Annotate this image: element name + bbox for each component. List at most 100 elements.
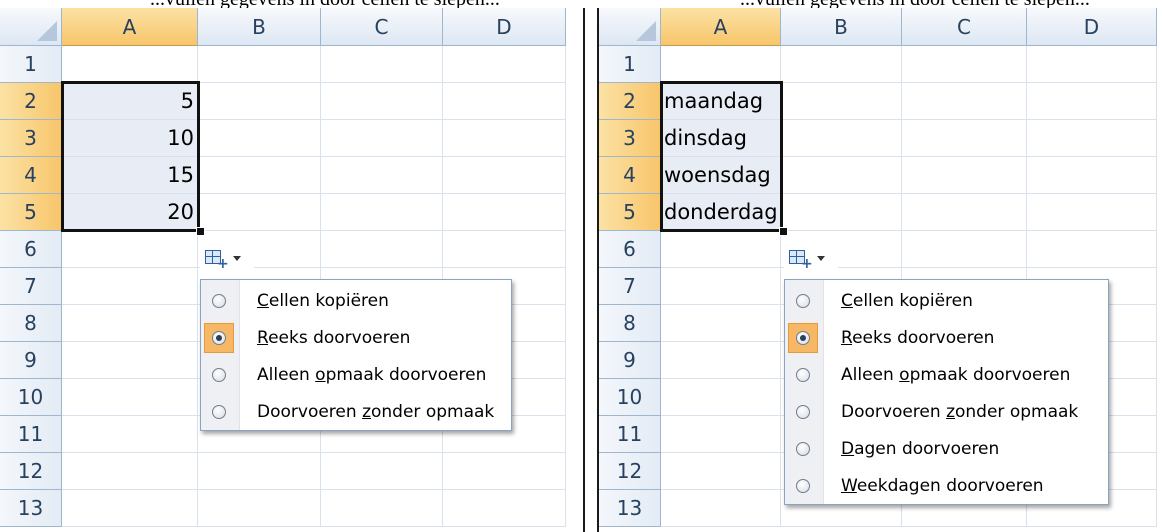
cell-b3[interactable] xyxy=(781,120,902,157)
cell-a3[interactable]: dinsdag xyxy=(661,120,781,157)
cell-b1[interactable] xyxy=(198,46,321,83)
row-header-1[interactable]: 1 xyxy=(0,46,62,83)
cell-a13[interactable] xyxy=(62,490,198,527)
cell-a7[interactable] xyxy=(661,268,781,305)
cell-d6[interactable] xyxy=(443,231,566,268)
cell-c12[interactable] xyxy=(321,453,443,490)
cell-a6[interactable] xyxy=(62,231,198,268)
column-header-d[interactable]: D xyxy=(443,8,566,46)
menu-item-reeks-doorvoeren[interactable]: Reeks doorvoeren xyxy=(201,319,511,356)
cell-d5[interactable] xyxy=(1027,194,1157,231)
radio-button[interactable] xyxy=(796,367,810,382)
row-header-2[interactable]: 2 xyxy=(0,83,62,120)
row-header-12[interactable]: 12 xyxy=(0,453,62,490)
cell-c6[interactable] xyxy=(902,231,1027,268)
menu-item-reeks-doorvoeren[interactable]: Reeks doorvoeren xyxy=(785,319,1108,356)
column-header-b[interactable]: B xyxy=(198,8,321,46)
cell-a3[interactable]: 10 xyxy=(62,120,198,157)
cell-b3[interactable] xyxy=(198,120,321,157)
menu-item-alleen-opmaak-doorvoeren[interactable]: Alleen opmaak doorvoeren xyxy=(785,356,1108,393)
cell-a8[interactable] xyxy=(62,305,198,342)
cell-b5[interactable] xyxy=(781,194,902,231)
fill-handle[interactable] xyxy=(779,227,788,236)
radio-button[interactable] xyxy=(212,330,226,345)
cell-a11[interactable] xyxy=(661,416,781,453)
column-header-c[interactable]: C xyxy=(902,8,1027,46)
cell-b1[interactable] xyxy=(781,46,902,83)
cell-b5[interactable] xyxy=(198,194,321,231)
menu-item-cellen-kopi-ren[interactable]: Cellen kopiëren xyxy=(785,282,1108,319)
column-header-c[interactable]: C xyxy=(321,8,443,46)
row-header-8[interactable]: 8 xyxy=(0,305,62,342)
row-header-3[interactable]: 3 xyxy=(0,120,62,157)
cell-a5[interactable]: 20 xyxy=(62,194,198,231)
radio-button[interactable] xyxy=(212,293,226,308)
row-header-11[interactable]: 11 xyxy=(0,416,62,453)
cell-a4[interactable]: woensdag xyxy=(661,157,781,194)
cell-a10[interactable] xyxy=(661,379,781,416)
column-header-a[interactable]: A xyxy=(62,8,198,46)
cell-c4[interactable] xyxy=(902,157,1027,194)
autofill-options-button[interactable]: + xyxy=(784,244,838,273)
cell-d4[interactable] xyxy=(1027,157,1157,194)
row-header-4[interactable]: 4 xyxy=(599,157,661,194)
row-header-2[interactable]: 2 xyxy=(599,83,661,120)
fill-handle[interactable] xyxy=(196,227,205,236)
cell-c1[interactable] xyxy=(321,46,443,83)
cell-a1[interactable] xyxy=(62,46,198,83)
row-header-6[interactable]: 6 xyxy=(0,231,62,268)
cell-d5[interactable] xyxy=(443,194,566,231)
row-header-6[interactable]: 6 xyxy=(599,231,661,268)
cell-d2[interactable] xyxy=(443,83,566,120)
cell-b12[interactable] xyxy=(198,453,321,490)
row-header-9[interactable]: 9 xyxy=(599,342,661,379)
cell-b2[interactable] xyxy=(198,83,321,120)
radio-button[interactable] xyxy=(796,330,810,345)
cell-a1[interactable] xyxy=(661,46,781,83)
row-header-1[interactable]: 1 xyxy=(599,46,661,83)
menu-item-alleen-opmaak-doorvoeren[interactable]: Alleen opmaak doorvoeren xyxy=(201,356,511,393)
row-header-7[interactable]: 7 xyxy=(599,268,661,305)
cell-d6[interactable] xyxy=(1027,231,1157,268)
column-header-b[interactable]: B xyxy=(781,8,902,46)
cell-a9[interactable] xyxy=(661,342,781,379)
column-header-d[interactable]: D xyxy=(1027,8,1157,46)
cell-a9[interactable] xyxy=(62,342,198,379)
cell-a8[interactable] xyxy=(661,305,781,342)
row-header-5[interactable]: 5 xyxy=(0,194,62,231)
row-header-9[interactable]: 9 xyxy=(0,342,62,379)
radio-button[interactable] xyxy=(212,404,226,419)
row-header-12[interactable]: 12 xyxy=(599,453,661,490)
radio-button[interactable] xyxy=(212,367,226,382)
menu-item-doorvoeren-zonder-opmaak[interactable]: Doorvoeren zonder opmaak xyxy=(785,393,1108,430)
row-header-13[interactable]: 13 xyxy=(599,490,661,527)
cell-b4[interactable] xyxy=(198,157,321,194)
row-header-11[interactable]: 11 xyxy=(599,416,661,453)
cell-d13[interactable] xyxy=(443,490,566,527)
cell-c13[interactable] xyxy=(321,490,443,527)
row-header-8[interactable]: 8 xyxy=(599,305,661,342)
row-header-10[interactable]: 10 xyxy=(599,379,661,416)
menu-item-dagen-doorvoeren[interactable]: Dagen doorvoeren xyxy=(785,430,1108,467)
cell-c2[interactable] xyxy=(321,83,443,120)
row-header-13[interactable]: 13 xyxy=(0,490,62,527)
autofill-options-button[interactable]: + xyxy=(200,244,254,273)
cell-d3[interactable] xyxy=(443,120,566,157)
cell-c3[interactable] xyxy=(902,120,1027,157)
menu-item-cellen-kopi-ren[interactable]: Cellen kopiëren xyxy=(201,282,511,319)
cell-a13[interactable] xyxy=(661,490,781,527)
cell-c6[interactable] xyxy=(321,231,443,268)
cell-a4[interactable]: 15 xyxy=(62,157,198,194)
menu-item-weekdagen-doorvoeren[interactable]: Weekdagen doorvoeren xyxy=(785,467,1108,504)
row-header-4[interactable]: 4 xyxy=(0,157,62,194)
cell-d12[interactable] xyxy=(443,453,566,490)
cell-a12[interactable] xyxy=(62,453,198,490)
radio-button[interactable] xyxy=(796,441,810,456)
row-header-3[interactable]: 3 xyxy=(599,120,661,157)
row-header-10[interactable]: 10 xyxy=(0,379,62,416)
select-all-corner[interactable] xyxy=(599,8,661,46)
cell-d1[interactable] xyxy=(443,46,566,83)
radio-button[interactable] xyxy=(796,404,810,419)
cell-a7[interactable] xyxy=(62,268,198,305)
cell-d2[interactable] xyxy=(1027,83,1157,120)
